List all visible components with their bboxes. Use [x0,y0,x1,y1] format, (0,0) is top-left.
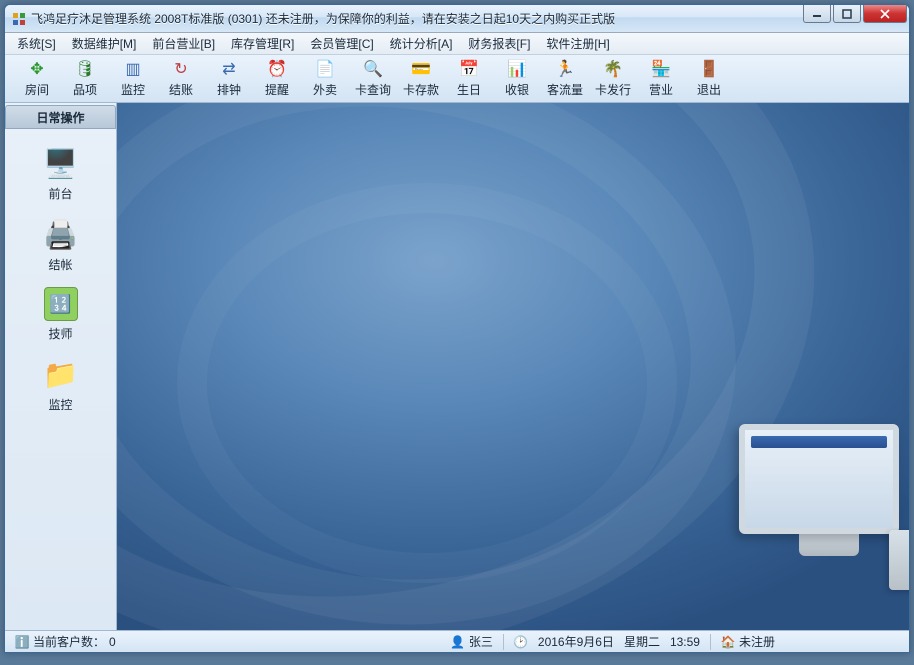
toolbar-label: 收银 [505,81,529,98]
toolbar-room-button[interactable]: ✥ 房间 [13,57,61,101]
minimize-button[interactable] [803,5,831,23]
cashier-icon: 📊 [507,59,527,79]
maximize-button[interactable] [833,5,861,23]
clock-icon: 🕑 [514,635,528,649]
toolbar-label: 卡查询 [355,81,391,98]
menu-stock[interactable]: 库存管理[R] [223,32,302,55]
toolbar-label: 提醒 [265,81,289,98]
status-customers: ℹ️ 当前客户数： 0 [9,633,122,651]
toolbar-label: 卡发行 [595,81,631,98]
takeout-icon: 📄 [315,59,335,79]
toolbar-birthday-button[interactable]: 📅 生日 [445,57,493,101]
status-time: 13:59 [670,635,700,649]
bg-monitor-graphic [739,424,909,574]
status-date: 2016年9月6日 [538,633,614,650]
status-user-name: 张三 [469,633,493,650]
toolbar: ✥ 房间 🛢 品项 ▥ 监控 ↻ 结账 ⇄ 排钟 ⏰ 提醒 📄 外卖 🔍 卡查询 💳 卡存款 📅 生日 📊 收银 🏃 客流量 🌴… [5,55,909,103]
app-window: 飞鸿足疗沐足管理系统 2008T标准版 (0301) 还未注册，为保障你的利益，… [4,4,910,653]
toolbar-schedule-button[interactable]: ⇄ 排钟 [205,57,253,101]
toolbar-card-issue-button[interactable]: 🌴 卡发行 [589,57,637,101]
info-icon: ℹ️ [15,635,29,649]
menu-system[interactable]: 系统[S] [9,32,64,55]
bill-icon: 🖨️ [43,216,79,252]
status-register-text: 未注册 [739,633,775,650]
body: 日常操作 🖥️ 前台 🖨️ 结帐 🔢 技师 📁 监控 [5,103,909,630]
status-customers-value: 0 [109,635,116,649]
menu-finance[interactable]: 财务报表[F] [460,32,538,55]
monitor-side-icon: 📁 [43,356,79,392]
sidebar-label: 监控 [48,396,72,413]
card-query-icon: 🔍 [363,59,383,79]
status-customers-label: 当前客户数： [33,633,105,650]
toolbar-remind-button[interactable]: ⏰ 提醒 [253,57,301,101]
sidebar-monitor-side-button[interactable]: 📁 监控 [25,356,97,413]
status-datetime: 🕑 2016年9月6日 星期二 13:59 [508,633,706,651]
items-icon: 🛢 [75,59,95,79]
toolbar-label: 营业 [649,81,673,98]
toolbar-label: 退出 [697,81,721,98]
toolbar-cashier-button[interactable]: 📊 收银 [493,57,541,101]
toolbar-label: 结账 [169,81,193,98]
card-deposit-icon: 💳 [411,59,431,79]
window-title: 飞鸿足疗沐足管理系统 2008T标准版 (0301) 还未注册，为保障你的利益，… [31,10,615,27]
toolbar-label: 卡存款 [403,81,439,98]
monitor-icon: ▥ [123,59,143,79]
toolbar-label: 品项 [73,81,97,98]
close-button[interactable] [863,5,907,23]
menu-member[interactable]: 会员管理[C] [302,32,381,55]
toolbar-monitor-button[interactable]: ▥ 监控 [109,57,157,101]
card-issue-icon: 🌴 [603,59,623,79]
user-icon: 👤 [451,635,465,649]
status-weekday: 星期二 [624,633,660,650]
sidebar-header: 日常操作 [5,105,116,129]
checkout-icon: ↻ [171,59,191,79]
exit-icon: 🚪 [699,59,719,79]
schedule-icon: ⇄ [219,59,239,79]
bg-swirl [177,183,677,583]
toolbar-exit-button[interactable]: 🚪 退出 [685,57,733,101]
toolbar-card-query-button[interactable]: 🔍 卡查询 [349,57,397,101]
toolbar-label: 外卖 [313,81,337,98]
technician-icon: 🔢 [44,287,78,321]
sidebar-bill-button[interactable]: 🖨️ 结帐 [25,216,97,273]
remind-icon: ⏰ [267,59,287,79]
sidebar: 日常操作 🖥️ 前台 🖨️ 结帐 🔢 技师 📁 监控 [5,103,117,630]
toolbar-label: 生日 [457,81,481,98]
front-desk-icon: 🖥️ [43,145,79,181]
status-register: 🏠 未注册 [715,633,781,651]
toolbar-business-button[interactable]: 🏪 营业 [637,57,685,101]
toolbar-label: 客流量 [547,81,583,98]
menubar: 系统[S] 数据维护[M] 前台营业[B] 库存管理[R] 会员管理[C] 统计… [5,33,909,55]
toolbar-card-deposit-button[interactable]: 💳 卡存款 [397,57,445,101]
sidebar-label: 前台 [48,185,72,202]
app-icon [11,11,27,27]
sidebar-label: 技师 [48,325,72,342]
traffic-icon: 🏃 [555,59,575,79]
menu-stats[interactable]: 统计分析[A] [382,32,461,55]
toolbar-takeout-button[interactable]: 📄 外卖 [301,57,349,101]
sidebar-front-desk-button[interactable]: 🖥️ 前台 [25,145,97,202]
content-area [117,103,909,630]
bg-device-graphic [889,530,909,590]
status-user: 👤 张三 [445,633,499,651]
titlebar: 飞鸿足疗沐足管理系统 2008T标准版 (0301) 还未注册，为保障你的利益，… [5,5,909,33]
toolbar-label: 排钟 [217,81,241,98]
sidebar-technician-button[interactable]: 🔢 技师 [25,287,97,342]
toolbar-checkout-button[interactable]: ↻ 结账 [157,57,205,101]
toolbar-label: 房间 [25,81,49,98]
toolbar-traffic-button[interactable]: 🏃 客流量 [541,57,589,101]
window-controls [803,5,907,23]
home-icon: 🏠 [721,635,735,649]
birthday-icon: 📅 [459,59,479,79]
menu-register[interactable]: 软件注册[H] [538,32,617,55]
sidebar-label: 结帐 [48,256,72,273]
business-icon: 🏪 [651,59,671,79]
statusbar: ℹ️ 当前客户数： 0 👤 张三 🕑 2016年9月6日 星期二 13:59 🏠… [5,630,909,652]
toolbar-items-button[interactable]: 🛢 品项 [61,57,109,101]
menu-data[interactable]: 数据维护[M] [64,32,145,55]
room-icon: ✥ [27,59,47,79]
toolbar-label: 监控 [121,81,145,98]
menu-front[interactable]: 前台营业[B] [144,32,223,55]
